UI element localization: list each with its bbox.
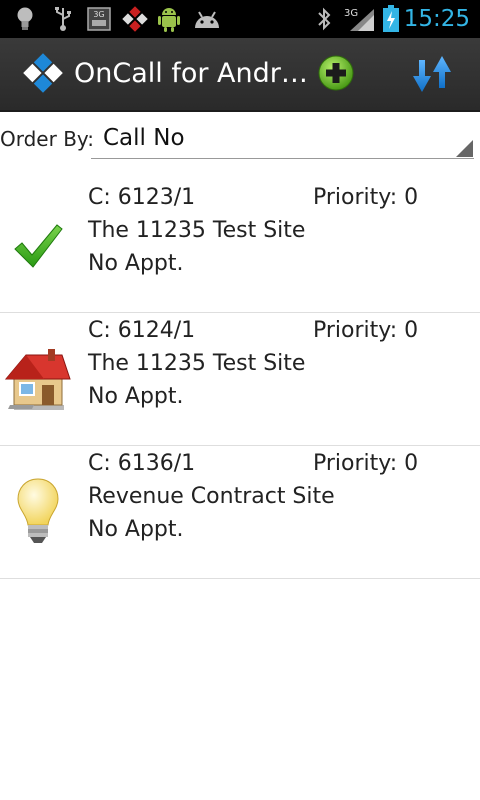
bluetooth-icon (314, 6, 334, 32)
call-list: C: 6123/1 Priority: 0 The 11235 Test Sit… (0, 180, 480, 579)
order-by-label: Order By: (0, 127, 95, 151)
call-priority: Priority: 0 (313, 451, 419, 476)
call-list-item[interactable]: C: 6136/1 Priority: 0 Revenue Contract S… (0, 446, 480, 579)
svg-text:3G: 3G (93, 10, 104, 19)
sort-button[interactable] (410, 54, 454, 94)
action-bar: OnCall for Andr… (0, 38, 480, 112)
lightbulb-icon (0, 446, 76, 578)
status-time: 15:25 (403, 6, 470, 32)
call-list-item[interactable]: C: 6123/1 Priority: 0 The 11235 Test Sit… (0, 180, 480, 313)
bulb-icon (14, 6, 36, 32)
call-site: Revenue Contract Site (88, 484, 335, 509)
call-appointment: No Appt. (88, 517, 184, 542)
order-by-value: Call No (103, 125, 185, 151)
oncall-logo-icon[interactable] (22, 52, 64, 94)
house-icon (0, 313, 76, 445)
app-notify-icon (122, 6, 148, 32)
call-site: The 11235 Test Site (88, 218, 306, 243)
checkmark-icon (0, 180, 76, 312)
call-number: C: 6124/1 (88, 318, 196, 343)
call-priority: Priority: 0 (313, 318, 419, 343)
order-by-row: Order By: Call No (0, 118, 480, 164)
call-appointment: No Appt. (88, 384, 184, 409)
spinner-arrow-icon (456, 140, 473, 157)
signal-3g-icon: 3G (342, 6, 376, 32)
call-list-item[interactable]: C: 6124/1 Priority: 0 The 11235 Test Sit… (0, 313, 480, 446)
sort-icon (413, 56, 451, 92)
usb-icon (50, 6, 76, 32)
battery-charging-icon (381, 5, 401, 32)
order-by-spinner[interactable]: Call No (91, 118, 474, 159)
android-debug-icon (192, 6, 222, 32)
app-title: OnCall for Andr… (74, 58, 308, 89)
call-number: C: 6136/1 (88, 451, 196, 476)
android-icon (156, 6, 182, 32)
call-appointment: No Appt. (88, 251, 184, 276)
add-icon (318, 55, 354, 91)
3g-data-icon: 3G (86, 6, 112, 32)
status-bar: 3G 3G 15:25 (0, 0, 480, 38)
call-priority: Priority: 0 (313, 185, 419, 210)
svg-text:3G: 3G (344, 8, 358, 19)
add-button[interactable] (318, 55, 354, 91)
call-number: C: 6123/1 (88, 185, 196, 210)
call-site: The 11235 Test Site (88, 351, 306, 376)
